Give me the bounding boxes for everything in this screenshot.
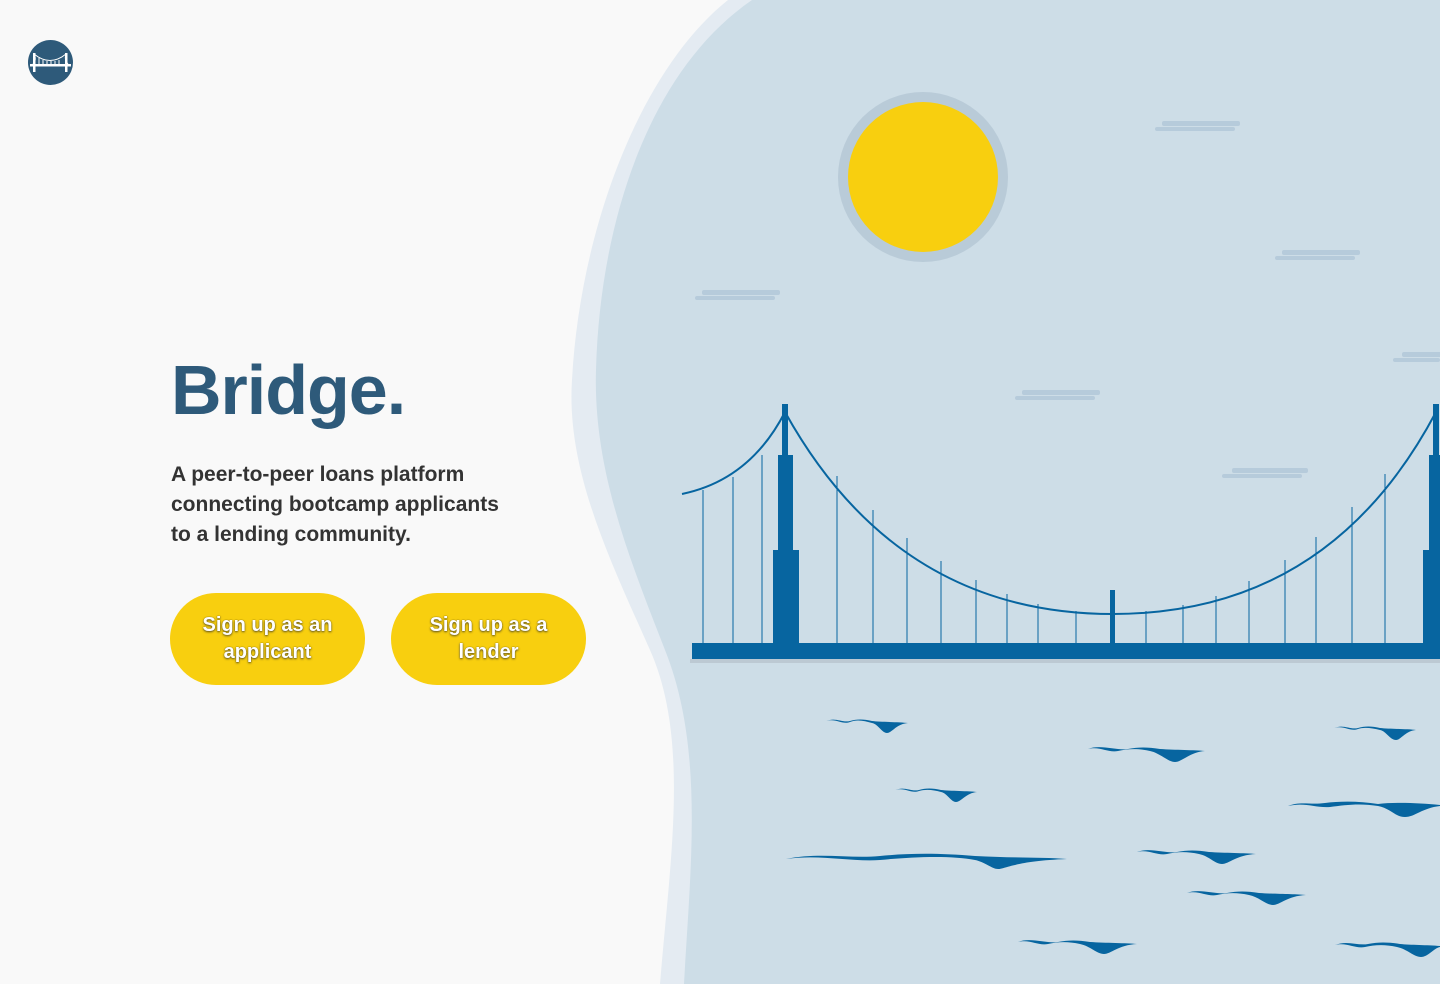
cloud: [1282, 250, 1360, 255]
signup-actions: Sign up as an applicant Sign up as a len…: [170, 593, 586, 685]
bridge-deck-shadow: [690, 659, 1440, 663]
cloud: [702, 290, 780, 295]
hero-tagline: A peer-to-peer loans platform connecting…: [171, 463, 499, 546]
bridge-tower: [1429, 455, 1440, 552]
signup-applicant-button[interactable]: Sign up as an applicant: [170, 593, 365, 685]
cloud: [1275, 256, 1355, 260]
cloud: [1015, 396, 1095, 400]
cloud: [1022, 390, 1100, 395]
sky-blob: [595, 0, 1440, 984]
cloud: [1162, 121, 1240, 126]
hero-section: Bridge. A peer-to-peer loans platform co…: [170, 350, 611, 685]
cloud: [1393, 358, 1440, 362]
cloud: [695, 296, 775, 300]
bridge-tower: [782, 404, 788, 456]
logo-bridge-glyph: [30, 53, 71, 72]
cloud: [1232, 468, 1308, 473]
bridge-deck: [692, 643, 1440, 659]
signup-lender-button[interactable]: Sign up as a lender: [391, 593, 586, 685]
brand-title: Bridge.: [171, 351, 406, 429]
cloud: [1402, 352, 1440, 357]
cloud: [1222, 474, 1302, 478]
sun: [848, 102, 998, 252]
bridge-center-post: [1110, 590, 1115, 645]
bridge-tower: [778, 455, 793, 552]
bridge-logo-icon[interactable]: [28, 40, 73, 85]
cloud: [1155, 127, 1235, 131]
bridge-tower: [1433, 404, 1439, 456]
